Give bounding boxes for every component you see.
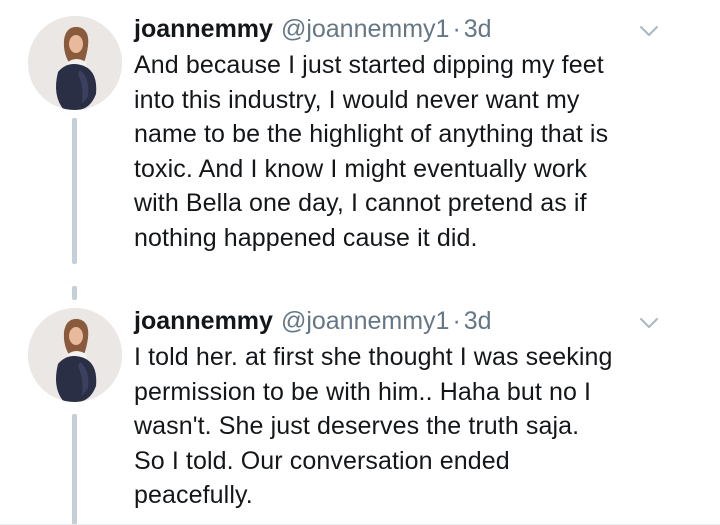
tweet-text: I told her. at first she thought I was s… — [134, 340, 694, 513]
tweet-text-line: nothing happened cause it did. — [134, 223, 478, 252]
tweet-text-line: wasn't. She just deserves the truth saja… — [134, 412, 580, 440]
tweet-text-line: I told her. at first she thought I was s… — [134, 343, 613, 371]
profile-photo — [28, 16, 122, 110]
separator-dot: · — [452, 307, 461, 335]
tweet-header: joannemmy @joannemmy1 · 3d — [134, 12, 492, 46]
tweet[interactable]: joannemmy @joannemmy1 · 3d I told her. a… — [0, 292, 720, 525]
user-handle[interactable]: @joannemmy1 — [281, 12, 450, 46]
profile-photo — [28, 308, 122, 402]
tweet-text-line: permission to be with him.. Haha but no … — [134, 377, 592, 406]
display-name[interactable]: joannemmy — [134, 304, 273, 338]
timestamp[interactable]: 3d — [464, 12, 492, 46]
tweet-header: joannemmy @joannemmy1 · 3d — [134, 304, 492, 338]
chevron-down-icon[interactable] — [638, 312, 660, 334]
tweet-text-line: toxic. And I know I might eventually wor… — [134, 154, 587, 183]
timestamp[interactable]: 3d — [464, 304, 492, 338]
avatar[interactable] — [28, 308, 122, 402]
thread-connector — [72, 414, 77, 525]
tweet-text-line: And because I just started dipping my fe… — [134, 51, 604, 79]
separator-dot: · — [452, 15, 461, 43]
display-name[interactable]: joannemmy — [134, 12, 273, 46]
tweet-thread: joannemmy @joannemmy1 · 3d And because I… — [0, 0, 720, 525]
tweet-text-line: peacefully. — [134, 481, 253, 509]
tweet-text-line: name to be the highlight of anything tha… — [134, 120, 609, 148]
tweet-text-line: So I told. Our conversation ended — [134, 446, 510, 475]
tweet-text: And because I just started dipping my fe… — [134, 48, 694, 255]
user-handle[interactable]: @joannemmy1 — [281, 304, 450, 338]
tweet-text-line: into this industry, I would never want m… — [134, 85, 580, 114]
tweet-text-line: with Bella one day, I cannot pretend as … — [134, 189, 587, 217]
tweet[interactable]: joannemmy @joannemmy1 · 3d And because I… — [0, 0, 720, 290]
chevron-down-icon[interactable] — [638, 20, 660, 42]
avatar[interactable] — [28, 16, 122, 110]
thread-connector — [72, 118, 77, 264]
